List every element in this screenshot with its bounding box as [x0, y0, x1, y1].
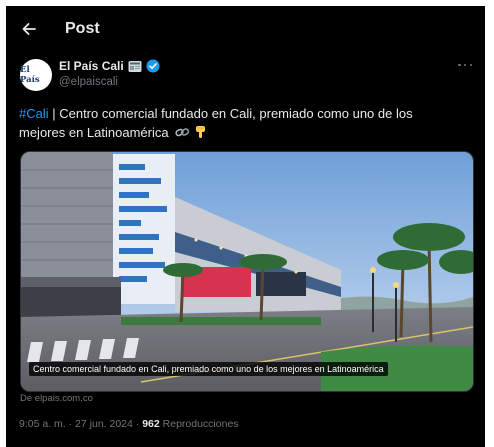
- author-handle[interactable]: @elpaiscali: [59, 76, 118, 88]
- more-dot-icon: [458, 63, 461, 67]
- post-time[interactable]: 9:05 a. m.: [19, 418, 66, 430]
- post-text: #Cali | Centro comercial fundado en Cali…: [19, 104, 459, 142]
- avatar[interactable]: El País: [20, 59, 52, 91]
- more-dot-icon: [469, 63, 472, 67]
- views-count: 962: [142, 418, 160, 430]
- page-title: Post: [65, 20, 100, 37]
- verified-badge-icon: [146, 59, 160, 73]
- back-button[interactable]: [18, 18, 40, 40]
- arrow-left-icon: [22, 23, 36, 35]
- meta-separator: ·: [132, 418, 143, 430]
- header: Post: [6, 6, 485, 52]
- pointing-down-emoji-icon: [195, 126, 205, 138]
- link-emoji-icon: [175, 128, 190, 137]
- card-caption: Centro comercial fundado en Cali, premia…: [29, 362, 388, 376]
- hashtag-link[interactable]: #Cali: [19, 106, 49, 121]
- link-card-image[interactable]: Centro comercial fundado en Cali, premia…: [20, 151, 474, 392]
- post-meta: 9:05 a. m. · 27 jun. 2024 · 962 Reproduc…: [19, 418, 239, 430]
- card-source-link[interactable]: De elpais.com.co: [20, 393, 93, 404]
- mall-photo: [21, 152, 473, 391]
- more-dot-icon: [463, 63, 467, 67]
- author-name-row: El País Cali: [59, 59, 160, 73]
- avatar-logo-text: El País: [20, 65, 40, 85]
- post-body: | Centro comercial fundado en Cali, prem…: [19, 106, 413, 140]
- author-name[interactable]: El País Cali: [59, 59, 124, 73]
- views-label: Reproducciones: [159, 418, 239, 430]
- meta-separator: ·: [65, 418, 76, 430]
- post-date[interactable]: 27 jun. 2024: [75, 418, 133, 430]
- more-options-button[interactable]: [458, 60, 472, 70]
- newspaper-emoji-icon: [128, 60, 142, 72]
- post-view: Post El País El País Cali @elpaiscali #C…: [6, 6, 485, 447]
